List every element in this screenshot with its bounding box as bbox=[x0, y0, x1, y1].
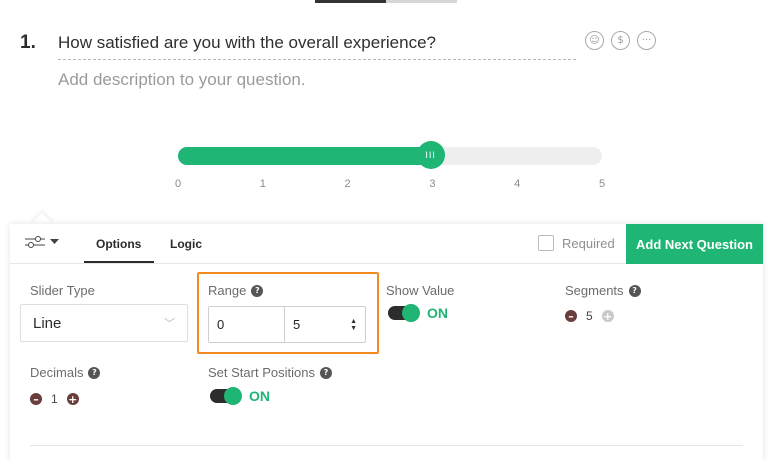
show-value-toggle[interactable]: ON bbox=[388, 304, 448, 322]
range-label-text: Range bbox=[208, 283, 247, 298]
slider-tick-label: 3 bbox=[429, 178, 436, 190]
tab-options[interactable]: Options bbox=[96, 237, 141, 251]
options-panel: Options Logic Required Add Next Question bbox=[10, 224, 763, 461]
slider-handle[interactable]: III bbox=[416, 141, 445, 169]
divider bbox=[30, 445, 743, 446]
question-title[interactable]: How satisfied are you with the overall e… bbox=[58, 33, 576, 60]
slider-type-label-text: Slider Type bbox=[30, 283, 95, 298]
help-icon[interactable]: ? bbox=[628, 284, 641, 297]
progress-bar-fill bbox=[315, 0, 386, 3]
show-value-label-text: Show Value bbox=[386, 283, 455, 298]
progress-bar bbox=[315, 0, 457, 3]
slider-tick-label: 1 bbox=[259, 178, 266, 190]
minus-icon[interactable]: – bbox=[30, 393, 42, 405]
slider-type-menu[interactable] bbox=[24, 236, 59, 248]
slider-type-value: Line bbox=[33, 314, 62, 332]
chevron-down-icon: ﹀ bbox=[164, 318, 175, 330]
tab-logic[interactable]: Logic bbox=[170, 237, 202, 251]
start-positions-label-text: Set Start Positions bbox=[208, 365, 315, 380]
start-positions-state: ON bbox=[249, 388, 270, 404]
toggle-switch[interactable] bbox=[388, 304, 420, 322]
slider-fill bbox=[178, 147, 437, 165]
toggle-switch[interactable] bbox=[210, 387, 242, 405]
show-value-state: ON bbox=[427, 305, 448, 321]
plus-icon[interactable]: + bbox=[66, 393, 79, 405]
decimals-label-text: Decimals bbox=[30, 365, 84, 380]
toggle-knob bbox=[402, 304, 420, 322]
smiley-icon[interactable]: ☺ bbox=[585, 31, 604, 50]
segments-label: Segments ? bbox=[565, 283, 641, 298]
start-positions-toggle[interactable]: ON bbox=[210, 387, 270, 405]
more-icon[interactable]: ··· bbox=[637, 31, 656, 50]
start-positions-label: Set Start Positions ? bbox=[208, 365, 332, 380]
show-value-label: Show Value bbox=[386, 283, 454, 298]
decimals-label: Decimals ? bbox=[30, 365, 101, 380]
required-toggle[interactable]: Required bbox=[538, 235, 615, 251]
segments-label-text: Segments bbox=[565, 283, 624, 298]
active-tab-indicator bbox=[84, 261, 154, 263]
help-icon[interactable]: ? bbox=[319, 366, 332, 379]
sliders-icon bbox=[25, 236, 45, 248]
range-max-input[interactable]: 5 ▲ ▼ bbox=[285, 307, 365, 342]
decimals-value: 1 bbox=[51, 392, 58, 406]
slider-tick-label: 2 bbox=[344, 178, 351, 190]
slider-tick-label: 5 bbox=[598, 178, 606, 190]
spinner-arrows-icon[interactable]: ▲ ▼ bbox=[350, 318, 357, 332]
question-icons: ☺ $ ··· bbox=[585, 31, 656, 50]
dollar-icon[interactable]: $ bbox=[611, 31, 630, 50]
required-label: Required bbox=[562, 235, 615, 251]
minus-icon[interactable]: – bbox=[565, 310, 577, 322]
slider-tick-label: 0 bbox=[174, 178, 182, 190]
question-number: 1. bbox=[20, 32, 36, 53]
question-description[interactable]: Add description to your question. bbox=[58, 70, 306, 90]
range-max-value: 5 bbox=[293, 317, 301, 332]
plus-icon[interactable]: + bbox=[601, 310, 614, 322]
range-label: Range ? bbox=[208, 283, 264, 298]
segments-value: 5 bbox=[586, 309, 593, 323]
range-inputs: 5 ▲▼ bbox=[208, 306, 366, 343]
panel-header: Options Logic Required Add Next Question bbox=[10, 224, 763, 264]
slider-tick-labels: 0 1 2 3 4 5 bbox=[174, 178, 606, 192]
toggle-knob bbox=[224, 387, 242, 405]
slider-tick-label: 4 bbox=[514, 178, 521, 190]
caret-down-icon bbox=[50, 239, 59, 244]
range-min-input[interactable] bbox=[209, 307, 285, 342]
slider-type-label: Slider Type bbox=[30, 283, 95, 298]
required-checkbox[interactable] bbox=[538, 235, 554, 251]
segments-stepper: – 5 + bbox=[565, 309, 614, 323]
slider-track[interactable]: III bbox=[178, 141, 602, 169]
help-icon[interactable]: ? bbox=[251, 284, 264, 297]
add-next-question-button[interactable]: Add Next Question bbox=[626, 224, 763, 264]
slider-type-select[interactable]: Line ﹀ bbox=[20, 304, 188, 342]
decimals-stepper: – 1 + bbox=[30, 392, 79, 406]
help-icon[interactable]: ? bbox=[88, 366, 101, 379]
